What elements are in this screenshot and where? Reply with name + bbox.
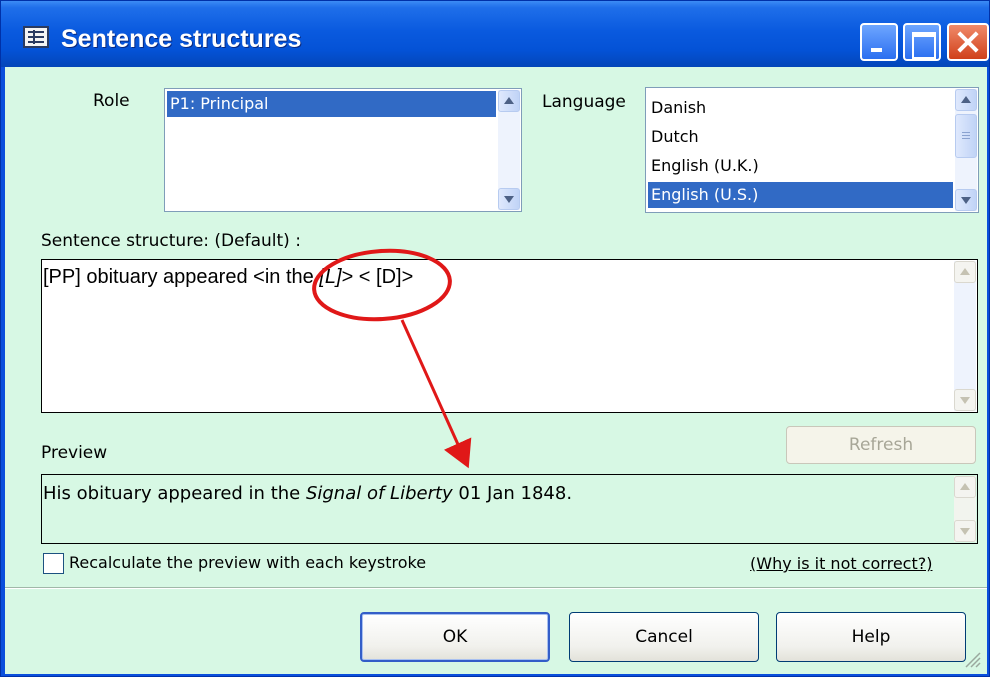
role-listbox[interactable]: P1: Principal <box>164 88 522 212</box>
window-title: Sentence structures <box>61 25 302 53</box>
preview-text-after: 01 Jan 1848. <box>452 483 573 504</box>
language-label: Language <box>542 92 626 112</box>
minimize-button[interactable] <box>860 23 898 61</box>
sentence-structure-value: [PP] obituary appeared <in the [L]> < [D… <box>43 266 413 289</box>
preview-text-before: His obituary appeared in the <box>43 483 306 504</box>
scroll-down-icon[interactable] <box>498 188 520 210</box>
dialog-body: Role P1: Principal Language Danish Dutch… <box>5 67 987 674</box>
scroll-thumb[interactable] <box>955 114 977 158</box>
sentence-structure-input[interactable]: [PP] obituary appeared <in the [L]> < [D… <box>41 259 978 413</box>
scroll-up-icon[interactable] <box>954 261 976 283</box>
sentence-structure-text-italic: [L] <box>319 266 342 288</box>
preview-box[interactable]: His obituary appeared in the Signal of L… <box>41 474 978 544</box>
scroll-down-icon[interactable] <box>955 189 977 211</box>
help-button[interactable]: Help <box>776 612 966 662</box>
maximize-button[interactable] <box>903 23 941 61</box>
role-scrollbar[interactable] <box>498 90 520 210</box>
sentence-structure-text-after: > < [D]> <box>341 266 414 288</box>
language-item[interactable]: English (U.S.) <box>648 182 953 208</box>
scroll-down-icon[interactable] <box>954 389 976 411</box>
sentence-structure-label: Sentence structure: (Default) : <box>41 231 301 251</box>
language-listbox[interactable]: Danish Dutch English (U.K.) English (U.S… <box>645 87 979 213</box>
preview-label: Preview <box>41 443 108 463</box>
refresh-button[interactable]: Refresh <box>786 426 976 464</box>
resize-grip-icon[interactable] <box>963 650 981 668</box>
language-scrollbar[interactable] <box>955 89 977 211</box>
preview-text-italic: Signal of Liberty <box>305 483 453 504</box>
close-button[interactable] <box>947 23 989 61</box>
cancel-button[interactable]: Cancel <box>569 612 759 662</box>
preview-value: His obituary appeared in the Signal of L… <box>43 483 572 504</box>
scroll-down-icon[interactable] <box>954 520 976 542</box>
dialog-window: Sentence structures Role P1: Principal L… <box>0 0 990 677</box>
recalculate-label[interactable]: Recalculate the preview with each keystr… <box>69 553 426 572</box>
role-item[interactable]: P1: Principal <box>167 91 496 117</box>
why-not-correct-link[interactable]: (Why is it not correct?) <box>750 554 932 573</box>
sentence-structure-scrollbar[interactable] <box>954 261 976 411</box>
role-label: Role <box>93 91 130 111</box>
recalculate-checkbox[interactable] <box>43 553 64 574</box>
window-icon[interactable] <box>23 26 49 48</box>
preview-scrollbar[interactable] <box>954 476 976 542</box>
scroll-up-icon[interactable] <box>955 89 977 111</box>
language-item[interactable]: Danish <box>648 95 953 121</box>
ok-button[interactable]: OK <box>360 612 550 662</box>
language-item[interactable]: Dutch <box>648 124 953 150</box>
sentence-structure-text-before: [PP] obituary appeared <in the <box>43 266 320 288</box>
title-bar[interactable]: Sentence structures <box>1 1 989 67</box>
language-item[interactable]: English (U.K.) <box>648 153 953 179</box>
divider <box>5 587 987 589</box>
scroll-up-icon[interactable] <box>954 476 976 498</box>
scroll-up-icon[interactable] <box>498 90 520 112</box>
